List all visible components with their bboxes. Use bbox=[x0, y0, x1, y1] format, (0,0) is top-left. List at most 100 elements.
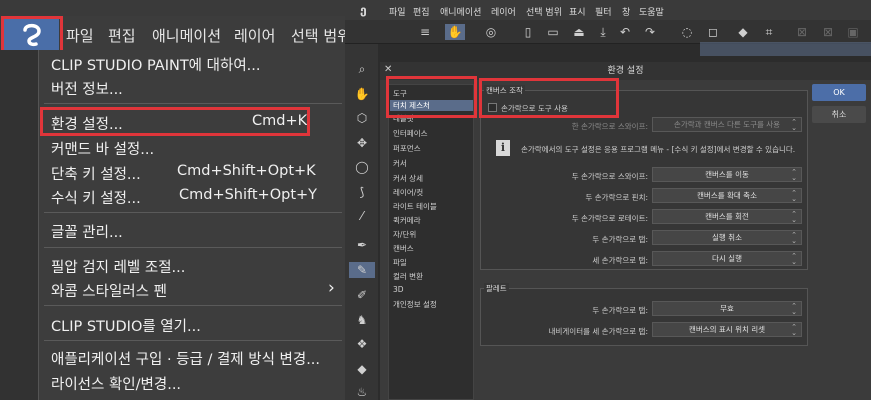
app-menu-button[interactable] bbox=[3, 18, 59, 51]
zoom-icon[interactable]: ⌕ bbox=[354, 61, 370, 77]
category-item[interactable]: 파일 bbox=[393, 257, 407, 268]
navigator-three-finger-tap-select[interactable]: 캔버스의 표시 위치 리셋 ⌃ ⌄ bbox=[652, 322, 802, 337]
eyedropper-icon[interactable]: ⁄ bbox=[354, 208, 370, 224]
blurred-area bbox=[700, 42, 871, 56]
category-item-selected[interactable]: 터치 제스처 bbox=[390, 100, 473, 111]
tool-strip bbox=[0, 50, 38, 400]
rmenu-selection[interactable]: 선택 범위 bbox=[526, 5, 562, 18]
decoration-icon[interactable]: ❖ bbox=[354, 336, 370, 352]
selection-icon[interactable]: ⟆ bbox=[354, 184, 370, 200]
chevron-updown-icon: ⌃ ⌄ bbox=[791, 118, 797, 132]
menu-icon[interactable]: ≡ bbox=[417, 24, 433, 40]
blend-icon[interactable]: ♨ bbox=[354, 384, 370, 400]
move-icon[interactable]: ✥ bbox=[354, 135, 370, 151]
menu-separator bbox=[44, 340, 342, 341]
category-item[interactable]: 레이어/컷 bbox=[393, 187, 423, 198]
one-finger-swipe-select[interactable]: 손가락과 캔버스 다른 도구를 사용 ⌃ ⌄ bbox=[652, 117, 802, 132]
category-item[interactable]: 인터페이스 bbox=[393, 128, 428, 139]
use-finger-checkbox[interactable] bbox=[488, 103, 497, 112]
menu-separator bbox=[44, 103, 342, 104]
lasso-icon[interactable]: ◯ bbox=[354, 159, 370, 175]
menu-item-license[interactable]: 라이선스 확인/변경... bbox=[51, 373, 181, 394]
select-value: 캔버스를 이동 bbox=[705, 170, 749, 179]
menu-item-pressure[interactable]: 필압 검지 레벨 조절... bbox=[51, 256, 185, 277]
menubar-file[interactable]: 파일 bbox=[66, 25, 94, 46]
redo-icon[interactable]: ↷ bbox=[642, 24, 658, 40]
dialog-title: 환경 설정 bbox=[380, 62, 871, 80]
category-item[interactable]: 도구 bbox=[393, 88, 407, 99]
menu-item-purchase[interactable]: 애플리케이션 구입 · 등급 / 결제 방식 변경... bbox=[51, 348, 320, 369]
touch-gesture-icon[interactable]: ✋ bbox=[445, 24, 465, 40]
transform-icon[interactable]: ⌗ bbox=[761, 24, 777, 40]
menubar-edit[interactable]: 편집 bbox=[108, 25, 136, 46]
rmenu-animation[interactable]: 애니메이션 bbox=[440, 5, 481, 18]
palette-two-finger-tap-select[interactable]: 무효 ⌃ ⌄ bbox=[652, 301, 802, 316]
menu-item-command-bar[interactable]: 커맨드 바 설정... bbox=[51, 138, 154, 159]
select-value: 무효 bbox=[720, 304, 734, 313]
airbrush-icon[interactable]: ♞ bbox=[354, 312, 370, 328]
category-item[interactable]: 퀵커메라 bbox=[393, 215, 421, 226]
ok-button[interactable]: OK bbox=[812, 84, 866, 101]
cancel-button[interactable]: 취소 bbox=[812, 106, 866, 123]
category-item[interactable]: 라이트 테이블 bbox=[393, 201, 437, 212]
pencil-icon[interactable]: ✎ bbox=[349, 262, 375, 278]
select-value: 실행 취소 bbox=[712, 233, 742, 242]
menu-item-shortcut-settings[interactable]: 단축 키 설정... bbox=[51, 163, 141, 184]
gesture-icon[interactable]: ◎ bbox=[483, 24, 499, 40]
menu-item-version[interactable]: 버전 정보... bbox=[51, 78, 123, 99]
undo-icon[interactable]: ↶ bbox=[617, 24, 633, 40]
menubar-animation[interactable]: 애니메이션 bbox=[152, 25, 221, 46]
row-label: 내비게이터를 세 손가락으로 탭: bbox=[548, 327, 648, 336]
export-icon[interactable]: ⤓ bbox=[595, 24, 611, 40]
app-logo-icon[interactable]: ე bbox=[360, 3, 367, 17]
category-item[interactable]: 커서 상세 bbox=[393, 173, 423, 184]
select-value: 캔버스를 회전 bbox=[705, 212, 749, 221]
chevron-updown-icon: ⌃ ⌄ bbox=[791, 210, 797, 224]
operation-icon[interactable]: ⬡ bbox=[354, 110, 370, 126]
category-item[interactable]: 컬러 변환 bbox=[393, 271, 423, 282]
preferences-dialog: 환경 설정 ✕ 도구 터치 제스처 태블릿 인터페이스 퍼포먼스 커서 커서 상… bbox=[380, 62, 871, 400]
rmenu-filter[interactable]: 필터 bbox=[595, 5, 612, 18]
rmenu-layer[interactable]: 레이어 bbox=[491, 5, 516, 18]
three-finger-tap-select[interactable]: 다시 실행 ⌃ ⌄ bbox=[652, 251, 802, 266]
new-file-icon[interactable]: ▯ bbox=[520, 24, 536, 40]
category-item[interactable]: 캔버스 bbox=[393, 243, 414, 254]
menu-item-font-management[interactable]: 글꼴 관리... bbox=[51, 221, 123, 242]
pen-icon[interactable]: ✒ bbox=[354, 237, 370, 253]
two-finger-rotate-select[interactable]: 캔버스를 회전 ⌃ ⌄ bbox=[652, 209, 802, 224]
rmenu-file[interactable]: 파일 bbox=[389, 5, 406, 18]
menu-item-preferences[interactable]: 환경 설정... bbox=[51, 113, 123, 134]
menu-item-about[interactable]: CLIP STUDIO PAINT에 대하여... bbox=[51, 54, 260, 75]
menu-item-open-clip-studio[interactable]: CLIP STUDIO를 열기... bbox=[51, 315, 201, 336]
close-icon[interactable]: ✕ bbox=[384, 64, 392, 75]
chevron-updown-icon: ⌃ ⌄ bbox=[791, 168, 797, 182]
save-icon[interactable]: ⏏ bbox=[571, 24, 587, 40]
menu-item-modifier-settings[interactable]: 수식 키 설정... bbox=[51, 187, 141, 208]
clear-icon[interactable]: ◻ bbox=[705, 24, 721, 40]
hand-icon[interactable]: ✋ bbox=[354, 86, 370, 102]
category-item[interactable]: 커서 bbox=[393, 158, 407, 169]
menubar-layer[interactable]: 레이어 bbox=[234, 25, 275, 46]
menu-item-wacom[interactable]: 와콤 스타일러스 펜 bbox=[51, 280, 167, 301]
two-finger-tap-select[interactable]: 실행 취소 ⌃ ⌄ bbox=[652, 230, 802, 245]
rmenu-help[interactable]: 도움말 bbox=[639, 5, 664, 18]
category-item[interactable]: 3D bbox=[393, 285, 404, 294]
category-item[interactable]: 개인정보 설정 bbox=[393, 299, 437, 310]
category-item[interactable]: 자/단위 bbox=[393, 229, 416, 240]
category-item[interactable]: 태블릿 bbox=[393, 113, 414, 124]
canvas-section-title: 캔버스 조작 bbox=[484, 85, 525, 96]
two-finger-pinch-select[interactable]: 캔버스를 확대 축소 ⌃ ⌄ bbox=[652, 188, 802, 203]
brush-icon[interactable]: ✐ bbox=[354, 287, 370, 303]
rmenu-edit[interactable]: 편집 bbox=[413, 5, 430, 18]
two-finger-swipe-select[interactable]: 캔버스를 이동 ⌃ ⌄ bbox=[652, 167, 802, 182]
fill-icon[interactable]: ◆ bbox=[735, 24, 751, 40]
category-item[interactable]: 퍼포먼스 bbox=[393, 143, 421, 154]
select-icon[interactable]: ◌ bbox=[679, 24, 695, 40]
eraser-icon[interactable]: ◆ bbox=[354, 361, 370, 377]
clip-studio-logo-icon bbox=[23, 23, 41, 47]
open-folder-icon[interactable]: ▭ bbox=[545, 24, 561, 40]
menu-separator bbox=[44, 247, 342, 248]
rmenu-view[interactable]: 표시 bbox=[569, 5, 586, 18]
rmenu-window[interactable]: 창 bbox=[622, 5, 630, 18]
menubar-selection[interactable]: 선택 범위 bbox=[291, 25, 345, 46]
